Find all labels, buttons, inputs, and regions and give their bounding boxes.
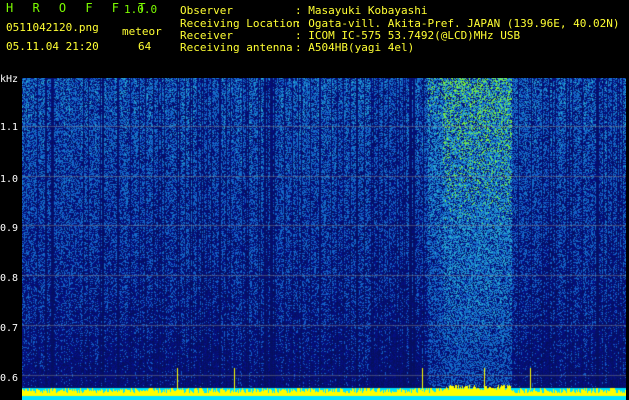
observer-label: Observer — [180, 4, 233, 17]
event-count: 64 — [138, 40, 152, 53]
file-name: 0511042120.png — [6, 21, 99, 34]
observer-value: : Masayuki Kobayashi — [295, 4, 428, 17]
y-tick-label: 1.1 — [0, 122, 19, 133]
datetime: 05.11.04 21:20 — [6, 40, 99, 53]
mode-label: meteor — [122, 25, 162, 38]
y-tick-label: 0.9 — [0, 223, 19, 234]
y-tick-label: 1.0 — [0, 174, 19, 185]
spectrogram-panel — [22, 78, 626, 400]
antenna-label: Receiving antenna — [180, 41, 293, 54]
y-tick-label: 0.6 — [0, 373, 19, 384]
app-version: 1.0.0 — [124, 3, 158, 16]
spectrogram-canvas — [22, 78, 626, 400]
y-tick-label: 0.8 — [0, 273, 19, 284]
antenna-value: : A504HB(yagi 4el) — [295, 41, 415, 54]
y-axis-unit: kHz — [0, 74, 19, 85]
y-tick-label: 0.7 — [0, 323, 19, 334]
